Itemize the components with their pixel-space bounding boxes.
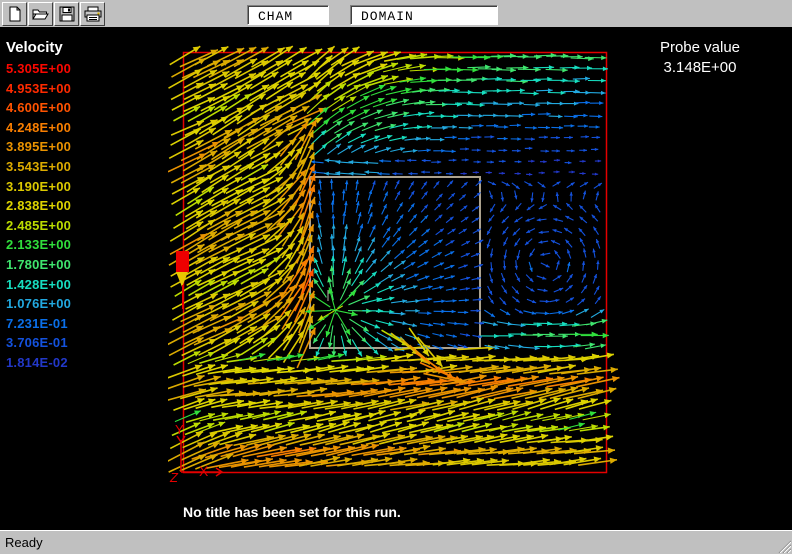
legend-entry: 4.600E+00 bbox=[6, 98, 71, 118]
legend-entry: 5.305E+00 bbox=[6, 59, 71, 79]
cham-field[interactable] bbox=[247, 5, 329, 25]
viewer-client-area: Velocity 5.305E+004.953E+004.600E+004.24… bbox=[0, 28, 792, 530]
probe-value: 3.148E+00 bbox=[638, 59, 762, 76]
save-button[interactable] bbox=[54, 2, 79, 26]
legend-entry: 2.838E+00 bbox=[6, 196, 71, 216]
open-folder-icon bbox=[32, 6, 49, 22]
legend-entry: 3.190E+00 bbox=[6, 177, 71, 197]
legend-entry: 3.895E+00 bbox=[6, 137, 71, 157]
legend-entry: 1.780E+00 bbox=[6, 255, 71, 275]
print-button[interactable] bbox=[80, 2, 105, 26]
probe-label: Probe value bbox=[638, 39, 762, 56]
axis-triad: Y X Z bbox=[166, 420, 230, 484]
vector-plot-canvas[interactable] bbox=[168, 38, 642, 488]
status-text: Ready bbox=[5, 535, 43, 550]
legend-entry: 1.814E-02 bbox=[6, 353, 71, 373]
legend-entry: 2.133E+00 bbox=[6, 235, 71, 255]
probe-marker-stem bbox=[182, 285, 184, 309]
open-button[interactable] bbox=[28, 2, 53, 26]
axis-x-label: X bbox=[199, 463, 209, 479]
new-document-icon bbox=[7, 6, 23, 22]
probe-marker-body bbox=[176, 251, 189, 272]
axis-z-label: Z bbox=[169, 470, 179, 484]
resize-grip-icon[interactable] bbox=[778, 540, 791, 553]
legend-entry: 3.706E-01 bbox=[6, 333, 71, 353]
new-button[interactable] bbox=[2, 2, 27, 26]
axis-y-label: Y bbox=[175, 422, 184, 437]
legend-entry: 7.231E-01 bbox=[6, 314, 71, 334]
legend-title: Velocity bbox=[6, 39, 63, 56]
save-floppy-icon bbox=[59, 6, 75, 22]
domain-field[interactable] bbox=[350, 5, 498, 25]
toolbar bbox=[0, 0, 792, 28]
legend-entry: 4.953E+00 bbox=[6, 79, 71, 99]
status-bar: Ready bbox=[0, 530, 792, 554]
run-title-note: No title has been set for this run. bbox=[183, 504, 401, 520]
probe-readout: Probe value 3.148E+00 bbox=[638, 39, 762, 76]
legend-entry: 3.543E+00 bbox=[6, 157, 71, 177]
legend-entry: 1.076E+00 bbox=[6, 294, 71, 314]
printer-icon bbox=[84, 6, 102, 22]
legend-entry: 2.485E+00 bbox=[6, 216, 71, 236]
legend-entry: 1.428E+00 bbox=[6, 275, 71, 295]
probe-marker[interactable] bbox=[176, 251, 189, 337]
velocity-legend: 5.305E+004.953E+004.600E+004.248E+003.89… bbox=[6, 59, 71, 373]
legend-entry: 4.248E+00 bbox=[6, 118, 71, 138]
